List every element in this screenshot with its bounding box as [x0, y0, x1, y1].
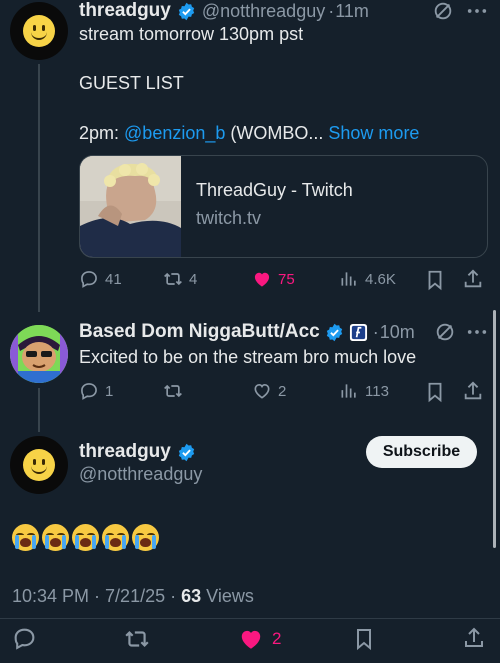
verified-badge-icon [326, 323, 342, 341]
repost-icon[interactable] [124, 626, 150, 652]
views-label: Views [201, 586, 254, 606]
views-count: 4.6K [365, 270, 396, 288]
views-icon [341, 384, 356, 398]
repost-count: 4 [189, 270, 198, 288]
tweet-date[interactable]: 7/21/25 [105, 586, 165, 606]
card-domain: twitch.tv [196, 208, 262, 228]
tweet-text-line: stream tomorrow 130pm pst [79, 24, 304, 44]
divider [0, 618, 500, 619]
more-options-icon[interactable] [466, 323, 488, 341]
share-icon[interactable] [462, 626, 486, 650]
share-icon[interactable] [462, 380, 484, 402]
heart-filled-icon [254, 272, 270, 287]
verified-badge-icon [178, 443, 195, 461]
views-button[interactable]: 4.6K [339, 269, 396, 289]
heart-filled-icon [241, 630, 261, 649]
based-dom-avatar[interactable] [10, 325, 68, 383]
like-button[interactable]: 2 [238, 626, 281, 652]
share-icon[interactable] [462, 268, 484, 290]
views-button[interactable]: 113 [339, 381, 389, 401]
card-title: ThreadGuy - Twitch [196, 180, 353, 200]
subscribe-button[interactable]: Subscribe [366, 436, 477, 468]
reply-button[interactable]: 41 [79, 269, 122, 289]
like-button[interactable]: 75 [252, 269, 295, 289]
reply-count: 1 [105, 382, 114, 400]
repost-icon [164, 272, 182, 286]
tweet-text: Excited to be on the stream bro much lov… [79, 347, 417, 367]
tweet-time[interactable]: 11m [335, 1, 369, 22]
card-thumbnail-art [80, 156, 181, 257]
text-prefix: 2pm: [79, 123, 125, 143]
scrollbar[interactable] [493, 310, 496, 548]
separator-dot: · [328, 0, 335, 21]
views-icon [341, 272, 356, 286]
tweet-meta: 10:34 PM · 7/21/25 · 63 Views [12, 586, 254, 607]
bookmark-icon[interactable] [424, 381, 446, 403]
like-count: 2 [278, 382, 287, 400]
views-count: 113 [365, 382, 389, 400]
loudly-crying-face-icon [12, 524, 39, 551]
bookmark-icon[interactable] [424, 269, 446, 291]
mention-link[interactable]: @benzion_b [124, 123, 225, 143]
like-count: 2 [272, 629, 282, 648]
threadguy-avatar[interactable] [10, 436, 68, 494]
smiley-avatar-icon [23, 449, 55, 481]
more-options-icon[interactable] [466, 2, 488, 20]
separator-dot: · [372, 321, 379, 342]
separator-dot: · [165, 586, 182, 606]
repost-button[interactable] [163, 381, 189, 401]
author-handle[interactable]: @notthreadguy [79, 464, 202, 485]
reply-icon [81, 383, 97, 400]
grok-icon[interactable] [434, 321, 456, 343]
author-handle[interactable]: @notthreadguy [202, 1, 325, 22]
loudly-crying-face-icon [132, 524, 159, 551]
like-count: 75 [278, 270, 295, 288]
cartoon-avatar-icon [10, 325, 68, 383]
link-card[interactable]: ThreadGuy - Twitch twitch.tv [79, 155, 488, 258]
tweet-time[interactable]: 10m [380, 322, 415, 343]
author-name[interactable]: Based Dom NiggaButt/Acc [79, 321, 320, 343]
tweet-text-line: 2pm: @benzion_b (WOMBO... Show more [79, 121, 419, 145]
repost-icon [164, 384, 182, 398]
author-name[interactable]: threadguy [79, 441, 171, 463]
emoji-text [12, 524, 159, 551]
card-thumbnail [80, 156, 181, 257]
loudly-crying-face-icon [102, 524, 129, 551]
tweet1-header: threadguy @notthreadguy · 11m [79, 0, 369, 22]
author-name[interactable]: threadguy [79, 0, 171, 22]
repost-button[interactable]: 4 [163, 269, 197, 289]
thread-connector [38, 64, 40, 312]
affiliate-badge-icon [349, 323, 367, 341]
heart-outline-icon [254, 383, 270, 399]
text-rest: (WOMBO... [225, 123, 324, 143]
grok-icon[interactable] [432, 0, 454, 22]
views-count[interactable]: 63 [181, 586, 201, 606]
threadguy-avatar[interactable] [10, 2, 68, 60]
separator-dot: · [89, 586, 106, 606]
show-more-link[interactable]: Show more [328, 123, 419, 143]
smiley-avatar-icon [23, 15, 55, 47]
tweet-text-line: GUEST LIST [79, 73, 184, 93]
bookmark-icon[interactable] [352, 627, 376, 651]
thread-connector [38, 388, 40, 432]
tweet2-header: Based Dom NiggaButt/Acc · 10m [79, 321, 415, 343]
reply-button[interactable]: 1 [79, 381, 113, 401]
verified-badge-icon [178, 2, 195, 20]
reply-count: 41 [105, 270, 122, 288]
tweet3-header: threadguy [79, 441, 196, 463]
loudly-crying-face-icon [42, 524, 69, 551]
reply-icon [81, 271, 97, 288]
reply-icon[interactable] [12, 626, 37, 651]
like-button[interactable]: 2 [252, 381, 286, 401]
tweet-time[interactable]: 10:34 PM [12, 586, 89, 606]
loudly-crying-face-icon [72, 524, 99, 551]
